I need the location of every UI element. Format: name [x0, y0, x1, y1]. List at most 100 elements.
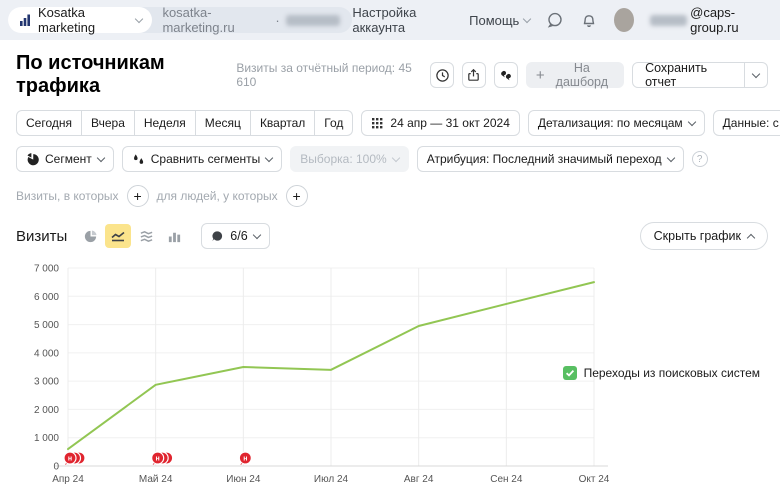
svg-text:6 000: 6 000	[34, 292, 59, 303]
period-today-button[interactable]: Сегодня	[16, 110, 82, 136]
period-year-button[interactable]: Год	[315, 110, 353, 136]
user-email[interactable]: @caps-group.ru	[650, 5, 768, 35]
metrics-count: 6/6	[230, 229, 247, 243]
counter-domain: kosatka-marketing.ru	[162, 5, 269, 35]
add-visit-condition-button[interactable]: +	[127, 185, 149, 207]
segment-pie-icon	[26, 153, 39, 166]
chevron-down-icon	[687, 117, 695, 125]
svg-text:Июл 24: Июл 24	[314, 474, 349, 485]
counter-group: Kosatka marketing kosatka-marketing.ru ·	[8, 7, 352, 33]
top-bar-right: Настройка аккаунта Помощь @caps-group.ru	[352, 5, 768, 35]
visits-chart: 01 0002 0003 0004 0005 0006 0007 000Апр …	[16, 254, 768, 499]
save-report-dropdown[interactable]	[745, 62, 768, 88]
email-domain: @caps-group.ru	[690, 5, 768, 35]
bell-icon[interactable]	[580, 11, 598, 29]
svg-text:2 000: 2 000	[34, 405, 59, 416]
metrica-logo-icon	[18, 13, 32, 27]
pie-chart-icon	[83, 229, 98, 244]
people-condition-label: для людей, у которых	[157, 189, 278, 203]
save-report-label[interactable]: Сохранить отчет	[632, 62, 745, 88]
legend-checkbox[interactable]	[563, 366, 577, 380]
metrica-app: Kosatka marketing kosatka-marketing.ru ·…	[0, 0, 780, 472]
period-week-button[interactable]: Неделя	[135, 110, 196, 136]
export-icon	[466, 68, 481, 83]
main-content: По источникам трафика Визиты за отчётный…	[0, 40, 780, 499]
svg-text:Окт 24: Окт 24	[579, 474, 610, 485]
conditions-row: Визиты, в которых + для людей, у которых…	[16, 185, 768, 207]
chevron-up-icon	[747, 233, 755, 241]
segment-dropdown[interactable]: Сегмент	[16, 146, 114, 172]
data-mode-dropdown[interactable]: Данные: с роботами	[713, 110, 780, 136]
chevron-down-icon	[97, 153, 105, 161]
hide-chart-button[interactable]: Скрыть график	[640, 222, 768, 250]
svg-text:Май 24: Май 24	[139, 474, 173, 485]
domain-separator: ·	[275, 13, 279, 28]
chart-type-line-button[interactable]	[105, 224, 131, 248]
page-title: По источникам трафика	[16, 52, 236, 98]
help-menu[interactable]: Помощь	[469, 13, 530, 28]
compare-drops-icon	[132, 153, 145, 166]
attribution-help-icon[interactable]: ?	[692, 151, 708, 167]
counter-name: Kosatka marketing	[38, 5, 130, 35]
counter-domain-wrap: kosatka-marketing.ru ·	[162, 5, 340, 35]
masked-email-prefix	[650, 15, 687, 26]
segment-filter-row: Сегмент Сравнить сегменты Выборка: 100% …	[16, 146, 768, 172]
avatar[interactable]	[614, 8, 634, 32]
detalization-dropdown[interactable]: Детализация: по месяцам	[528, 110, 705, 136]
chevron-down-icon	[666, 153, 674, 161]
legend-label[interactable]: Переходы из поисковых систем	[584, 366, 760, 380]
title-row: По источникам трафика Визиты за отчётный…	[16, 52, 768, 98]
chart-type-switcher	[77, 224, 187, 248]
chevron-down-icon	[391, 153, 399, 161]
chevron-down-icon	[135, 14, 143, 22]
svg-text:н: н	[156, 456, 160, 463]
visits-summary: Визиты за отчётный период: 45 610	[236, 61, 418, 89]
svg-text:7 000: 7 000	[34, 264, 59, 275]
export-button[interactable]	[462, 62, 486, 88]
visits-chart-svg[interactable]: 01 0002 0003 0004 0005 0006 0007 000Апр …	[16, 254, 616, 494]
svg-text:3 000: 3 000	[34, 377, 59, 388]
chart-type-pie-button[interactable]	[77, 224, 103, 248]
svg-text:5 000: 5 000	[34, 320, 59, 331]
top-bar: Kosatka marketing kosatka-marketing.ru ·…	[0, 0, 780, 40]
notes-button[interactable]	[494, 62, 518, 88]
calendar-grid-icon	[371, 117, 384, 130]
counter-selector[interactable]: Kosatka marketing	[8, 7, 152, 33]
title-actions: Визиты за отчётный период: 45 610	[236, 61, 768, 89]
metric-label: Визиты	[16, 228, 67, 245]
chart-legend: Переходы из поисковых систем	[563, 366, 760, 380]
period-yesterday-button[interactable]: Вчера	[82, 110, 135, 136]
chat-icon[interactable]	[546, 11, 564, 29]
period-filter-row: Сегодня Вчера Неделя Месяц Квартал Год 2…	[16, 110, 768, 136]
svg-text:Июн 24: Июн 24	[226, 474, 261, 485]
svg-text:Апр 24: Апр 24	[52, 474, 84, 485]
stacked-area-icon	[139, 229, 154, 244]
chart-type-columns-button[interactable]	[161, 224, 187, 248]
add-to-dashboard-button[interactable]: + На дашборд	[526, 62, 624, 88]
column-chart-icon	[167, 229, 182, 244]
history-clock-button[interactable]	[430, 62, 454, 88]
svg-text:1 000: 1 000	[34, 433, 59, 444]
chevron-down-icon	[252, 230, 260, 238]
save-report-button[interactable]: Сохранить отчет	[632, 62, 768, 88]
period-quarter-button[interactable]: Квартал	[251, 110, 315, 136]
line-chart-icon	[110, 228, 126, 244]
plus-icon: +	[536, 68, 545, 83]
chevron-down-icon	[523, 14, 531, 22]
svg-text:н: н	[68, 456, 72, 463]
sampling-dropdown: Выборка: 100%	[290, 146, 408, 172]
svg-text:Сен 24: Сен 24	[490, 474, 523, 485]
chart-header: Визиты	[16, 222, 768, 250]
metrics-selector-button[interactable]: 6/6	[201, 223, 269, 249]
svg-text:Авг 24: Авг 24	[404, 474, 434, 485]
chevron-down-icon	[265, 153, 273, 161]
account-settings-link[interactable]: Настройка аккаунта	[352, 5, 453, 35]
chevron-down-icon	[752, 69, 760, 77]
date-range-button[interactable]: 24 апр — 31 окт 2024	[361, 110, 519, 136]
attribution-dropdown[interactable]: Атрибуция: Последний значимый переход	[417, 146, 684, 172]
chart-type-area-button[interactable]	[133, 224, 159, 248]
add-people-condition-button[interactable]: +	[286, 185, 308, 207]
svg-text:4 000: 4 000	[34, 348, 59, 359]
period-month-button[interactable]: Месяц	[196, 110, 251, 136]
compare-segments-dropdown[interactable]: Сравнить сегменты	[122, 146, 283, 172]
